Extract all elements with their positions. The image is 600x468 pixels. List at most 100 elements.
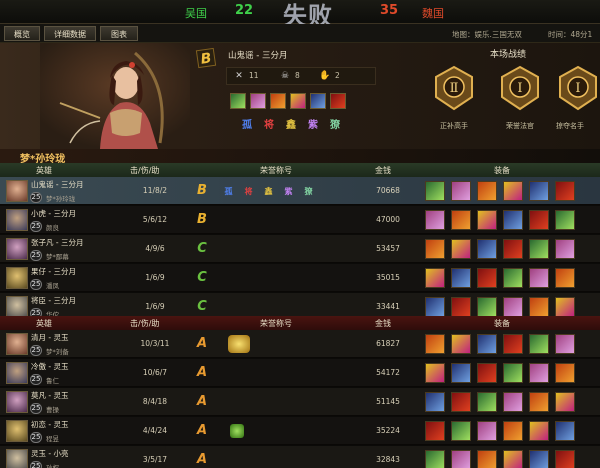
item-icon[interactable] (555, 363, 575, 383)
item-icon[interactable] (451, 392, 471, 412)
item-icon[interactable] (477, 392, 497, 412)
item-icon[interactable] (503, 392, 523, 412)
item-icon[interactable] (529, 421, 549, 441)
grade-badge: C (197, 270, 207, 285)
item-icon[interactable] (503, 239, 523, 259)
item-icon[interactable] (451, 210, 471, 230)
honor-badge-icon: 紫 (308, 120, 318, 131)
col-items: 装备 (494, 166, 510, 175)
item-icon[interactable] (425, 297, 445, 317)
item-icon[interactable] (310, 93, 326, 109)
item-icon[interactable] (555, 181, 575, 201)
item-icon[interactable] (477, 297, 497, 317)
item-icon[interactable] (503, 181, 523, 201)
item-icon[interactable] (425, 363, 445, 383)
item-icon[interactable] (451, 297, 471, 317)
item-icon[interactable] (555, 334, 575, 354)
item-icon[interactable] (451, 239, 471, 259)
item-icon[interactable] (503, 297, 523, 317)
item-icon[interactable] (451, 181, 471, 201)
item-icon[interactable] (425, 181, 445, 201)
player-row[interactable]: 25 初恋 - 灵玉 程昱 4/4/24 A 35224 (0, 417, 600, 445)
grade-badge: A (196, 394, 208, 409)
item-icon[interactable] (477, 239, 497, 259)
kda-value: 1/6/9 (145, 273, 165, 282)
item-icon[interactable] (330, 93, 346, 109)
medal-icon: Ⅰ (559, 65, 597, 111)
item-icon[interactable] (451, 268, 471, 288)
tab-overview[interactable]: 概览 (4, 26, 40, 41)
hero-name: 莫凡 - 灵玉 (31, 391, 69, 400)
player-row[interactable]: 25 山鬼谣 - 三分月 梦*孙玲珑 11/8/2 B 孤 将 鑫 紫 獠 70668 (0, 177, 600, 205)
item-icon[interactable] (425, 392, 445, 412)
item-icon[interactable] (555, 210, 575, 230)
tab-details[interactable]: 详细数据 (44, 26, 96, 41)
item-icon[interactable] (477, 450, 497, 468)
item-icon[interactable] (555, 421, 575, 441)
item-icon[interactable] (425, 450, 445, 468)
item-icon[interactable] (555, 450, 575, 468)
item-icon[interactable] (477, 334, 497, 354)
player-name: 梦*鄙幕 (46, 253, 69, 261)
item-icon[interactable] (425, 421, 445, 441)
item-icon[interactable] (425, 268, 445, 288)
item-icon[interactable] (503, 210, 523, 230)
item-icon[interactable] (503, 334, 523, 354)
kda-value: 4/9/6 (145, 244, 165, 253)
item-icon[interactable] (503, 363, 523, 383)
player-row[interactable]: 25 冷傲 - 灵玉 鲁仁 10/6/7 A 54172 (0, 359, 600, 387)
hero-avatar (6, 420, 28, 442)
item-icon[interactable] (451, 450, 471, 468)
item-icon[interactable] (529, 392, 549, 412)
player-row[interactable]: 25 清月 - 灵玉 梦*刘备 10/3/11 A 61827 (0, 330, 600, 358)
item-icon[interactable] (503, 421, 523, 441)
kills-icon: ✕ (235, 71, 243, 81)
kda-value: 3/5/17 (142, 455, 168, 464)
item-icon[interactable] (529, 334, 549, 354)
item-icon[interactable] (250, 93, 266, 109)
item-icon[interactable] (477, 421, 497, 441)
player-row[interactable]: 25 张子凡 - 三分月 梦*鄙幕 4/9/6 C 53457 (0, 235, 600, 263)
player-name: 程昱 (46, 435, 59, 443)
item-icon[interactable] (425, 239, 445, 259)
map-info: 地图：娱乐.三国无双 (452, 30, 522, 39)
item-icon[interactable] (529, 297, 549, 317)
item-icon[interactable] (451, 363, 471, 383)
item-icon[interactable] (477, 268, 497, 288)
item-icon[interactable] (425, 210, 445, 230)
deaths-value: 8 (295, 71, 300, 80)
item-icon[interactable] (529, 239, 549, 259)
player-name-bar: 梦*孙玲珑 (0, 149, 600, 165)
item-icon[interactable] (555, 297, 575, 317)
player-row[interactable]: 25 果仔 - 三分月 潘凤 1/6/9 C 35015 (0, 264, 600, 292)
item-icon[interactable] (503, 450, 523, 468)
item-icon[interactable] (555, 392, 575, 412)
medal-label: 掠夺名手 (556, 122, 584, 130)
item-icon[interactable] (230, 93, 246, 109)
item-icon[interactable] (290, 93, 306, 109)
item-icon[interactable] (477, 181, 497, 201)
player-row[interactable]: 25 灵玉 - 小亮 孙权 3/5/17 A 32843 (0, 446, 600, 468)
player-row[interactable]: 25 莫凡 - 灵玉 曹操 8/4/18 A 51145 (0, 388, 600, 416)
item-icon[interactable] (270, 93, 286, 109)
item-icon[interactable] (477, 363, 497, 383)
item-icon[interactable] (451, 421, 471, 441)
hero-title: 山鬼谣 - 三分月 (228, 51, 288, 61)
item-icon[interactable] (529, 450, 549, 468)
item-icon[interactable] (555, 239, 575, 259)
item-icon[interactable] (529, 181, 549, 201)
tab-charts[interactable]: 图表 (100, 26, 138, 41)
item-icon[interactable] (451, 334, 471, 354)
item-icon[interactable] (477, 210, 497, 230)
grade-badge: A (196, 423, 208, 438)
item-icon[interactable] (529, 268, 549, 288)
item-icon[interactable] (503, 268, 523, 288)
team-right-score: 35 (380, 3, 399, 18)
match-record-header: 本场战绩 (490, 50, 527, 60)
item-icon[interactable] (425, 334, 445, 354)
item-icon[interactable] (529, 363, 549, 383)
honor-badge-icon: 鑫 (264, 187, 273, 196)
player-row[interactable]: 25 小虎 - 三分月 颜良 5/6/12 B 47000 (0, 206, 600, 234)
item-icon[interactable] (555, 268, 575, 288)
item-icon[interactable] (529, 210, 549, 230)
